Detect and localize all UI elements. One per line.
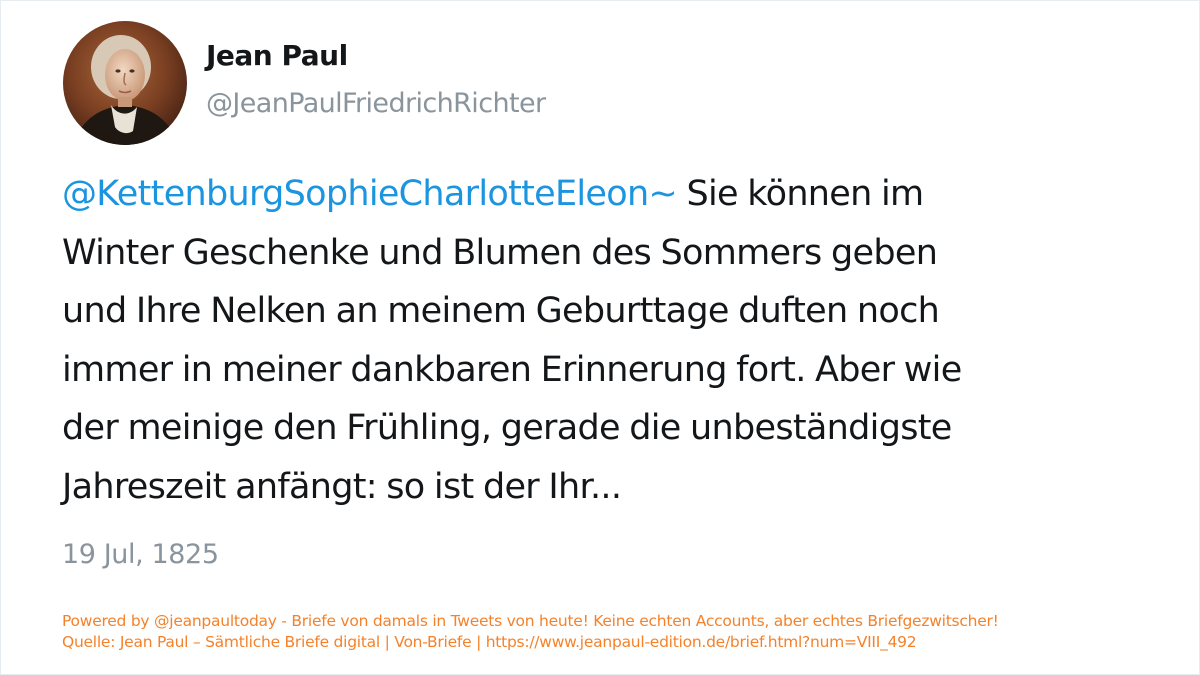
tweet-text: @KettenburgSophieCharlotteEleon~ Sie kön… [62,165,1142,517]
tweet-line: der meinige den Frühling, gerade die unb… [62,408,952,449]
tweet-line: Jahreszeit anfängt: so ist der Ihr... [62,466,622,507]
portrait-avatar-icon[interactable] [63,21,187,145]
footer-powered-by: Powered by @jeanpaultoday - Briefe von d… [62,612,999,630]
author-name[interactable]: Jean Paul [206,39,348,72]
tweet-line: @KettenburgSophieCharlotteEleon~ Sie kön… [62,165,1142,224]
mention-link[interactable]: @KettenburgSophieCharlotteEleon~ [62,174,678,214]
tweet-line: Winter Geschenke und Blumen des Sommers … [62,232,938,273]
author-handle[interactable]: @JeanPaulFriedrichRichter [206,88,546,119]
tweet-line-text: Sie können im [677,174,924,214]
tweet-line: immer in meiner dankbaren Erinnerung for… [62,349,962,390]
footer-source: Quelle: Jean Paul – Sämtliche Briefe dig… [62,633,917,651]
tweet-date[interactable]: 19 Jul, 1825 [62,539,219,570]
attribution-footer: Powered by @jeanpaultoday - Briefe von d… [62,611,999,653]
tweet-card: Jean Paul @JeanPaulFriedrichRichter @Ket… [0,0,1200,675]
tweet-line: und Ihre Nelken an meinem Geburttage duf… [62,291,940,332]
